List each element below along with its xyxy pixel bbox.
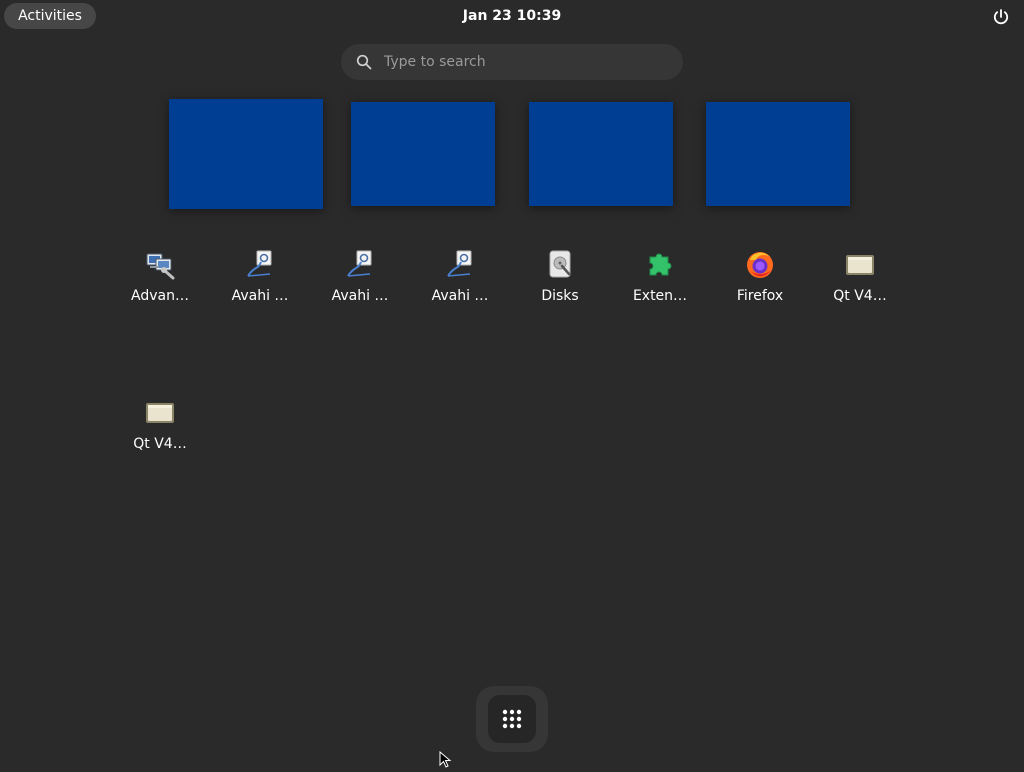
extensions-icon	[644, 248, 676, 280]
app-avahi-3[interactable]: Avahi …	[410, 244, 510, 314]
mouse-cursor	[439, 750, 453, 768]
app-grid-icon	[502, 709, 522, 729]
app-disks[interactable]: Disks	[510, 244, 610, 314]
app-qt-v4l2-1[interactable]: Qt V4…	[810, 244, 910, 314]
app-label: Advan…	[131, 288, 189, 304]
activities-button[interactable]: Activities	[4, 3, 96, 29]
app-label: Avahi …	[231, 288, 289, 304]
clock-area: Jan 23 10:39	[0, 0, 1024, 32]
workspace-thumbnail[interactable]	[351, 102, 495, 206]
app-label: Disks	[541, 288, 579, 304]
disks-icon	[544, 248, 576, 280]
search-input[interactable]: Type to search	[341, 44, 683, 80]
app-avahi-1[interactable]: Avahi …	[210, 244, 310, 314]
search-icon	[356, 54, 372, 70]
qt-v4l2-icon	[844, 248, 876, 280]
app-advanced-network[interactable]: Advan…	[110, 244, 210, 314]
top-bar: Activities Jan 23 10:39	[0, 0, 1024, 32]
workspace-thumbnail[interactable]	[706, 102, 850, 206]
qt-v4l2-icon	[144, 396, 176, 428]
dash	[476, 686, 548, 752]
firefox-icon	[744, 248, 776, 280]
app-firefox[interactable]: Firefox	[710, 244, 810, 314]
workspace-thumbnail[interactable]	[169, 99, 323, 209]
power-icon[interactable]	[992, 8, 1010, 26]
app-extensions[interactable]: Exten…	[610, 244, 710, 314]
app-label: Exten…	[632, 288, 688, 304]
clock-button[interactable]: Jan 23 10:39	[463, 8, 561, 24]
app-label: Qt V4…	[133, 436, 187, 452]
app-qt-v4l2-2[interactable]: Qt V4…	[110, 392, 210, 462]
avahi-browser-icon	[444, 248, 476, 280]
app-label: Firefox	[736, 288, 784, 304]
network-settings-icon	[144, 248, 176, 280]
app-avahi-2[interactable]: Avahi …	[310, 244, 410, 314]
search-placeholder: Type to search	[384, 54, 486, 70]
avahi-browser-icon	[344, 248, 376, 280]
app-label: Qt V4…	[833, 288, 887, 304]
app-label: Avahi …	[431, 288, 489, 304]
show-apps-button[interactable]	[488, 695, 536, 743]
avahi-browser-icon	[244, 248, 276, 280]
app-label: Avahi …	[331, 288, 389, 304]
workspace-thumbnail[interactable]	[529, 102, 673, 206]
